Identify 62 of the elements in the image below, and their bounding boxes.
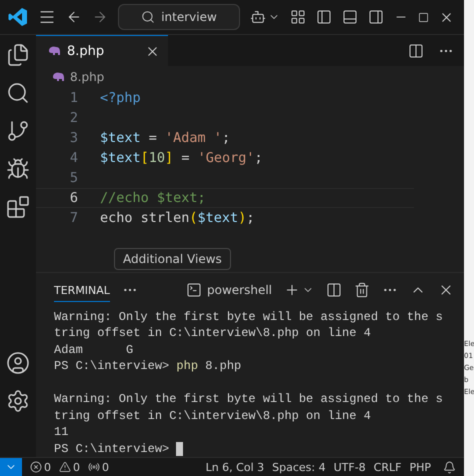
status-item[interactable]: CRLF	[374, 460, 402, 474]
search-icon	[141, 10, 156, 24]
forward-arrow-icon[interactable]	[92, 9, 108, 25]
elephant-icon	[52, 72, 65, 82]
terminal-line: PS C:\interview> php 8.php	[54, 358, 242, 374]
panel-right-icon[interactable]	[368, 9, 384, 25]
bug-icon[interactable]	[6, 157, 30, 181]
layout-icon[interactable]	[290, 9, 306, 25]
menu-icon[interactable]	[38, 8, 56, 26]
code-line: $text[10] = 'Georg';	[100, 150, 263, 166]
terminal-line: PS C:\interview>	[54, 440, 170, 457]
shell-name[interactable]: powershell	[207, 282, 272, 296]
robot-icon[interactable]	[250, 9, 266, 25]
error-icon	[30, 461, 42, 473]
line-number: 4	[68, 150, 79, 166]
back-arrow-icon[interactable]	[66, 9, 82, 25]
trash-icon[interactable]	[354, 282, 370, 298]
warning-icon	[59, 461, 71, 473]
line-number: 7	[68, 210, 79, 226]
warning-count[interactable]: 0	[73, 460, 80, 474]
terminal-line: Warning: Only the first byte will be assigned to the s	[54, 308, 443, 325]
panel-bottom-icon[interactable]	[342, 9, 358, 25]
maximize-icon[interactable]	[418, 12, 429, 22]
terminal-line: Warning: Only the first byte will be assigned to the s	[54, 391, 443, 408]
split-icon[interactable]	[326, 282, 342, 298]
status-item[interactable]: Spaces: 4	[272, 460, 326, 474]
terminal-icon[interactable]	[186, 282, 202, 298]
terminal-line: tring offset in C:\interview\8.php on line 4	[54, 408, 371, 424]
line-number: 3	[68, 130, 79, 146]
code-line: //echo $text;	[100, 190, 206, 206]
search-field[interactable]: interview	[118, 4, 240, 30]
code-line: $text = 'Adam ';	[100, 130, 230, 146]
files-icon[interactable]	[6, 43, 30, 67]
tooltip: Additional Views	[114, 248, 231, 270]
terminal-line: 11	[54, 424, 68, 440]
code-line: <?php	[100, 90, 141, 106]
branch-icon[interactable]	[6, 119, 30, 143]
terminal-tab[interactable]: TERMINAL	[54, 278, 110, 302]
bell-icon[interactable]	[443, 460, 456, 474]
logo-icon	[8, 7, 28, 27]
account-icon[interactable]	[6, 351, 30, 375]
line-number: 5	[68, 170, 79, 186]
file-tab[interactable]: 8.php	[36, 35, 168, 66]
status-item[interactable]: Ln 6, Col 3	[206, 460, 264, 474]
panel-left-icon[interactable]	[316, 9, 332, 25]
search-icon[interactable]	[6, 81, 30, 105]
breadcrumb[interactable]: 8.php	[70, 70, 104, 84]
status-item[interactable]: UTF-8	[334, 460, 366, 474]
split-editor-icon[interactable]	[408, 42, 424, 58]
line-number: 1	[68, 90, 79, 106]
ports-count[interactable]: 0	[102, 460, 109, 474]
blocks-icon[interactable]	[6, 195, 30, 219]
status-item[interactable]: PHP	[409, 460, 431, 474]
elephant-icon	[48, 46, 61, 56]
error-count[interactable]: 0	[44, 460, 51, 474]
terminal-line: Adam G	[54, 342, 134, 358]
line-number: 6	[68, 190, 79, 206]
ports-icon	[88, 461, 100, 473]
settings-icon[interactable]	[6, 389, 30, 413]
terminal-line: tring offset in C:\interview\8.php on line 4	[54, 325, 371, 342]
code-line: echo strlen($text);	[100, 210, 254, 226]
line-number: 2	[68, 110, 79, 126]
